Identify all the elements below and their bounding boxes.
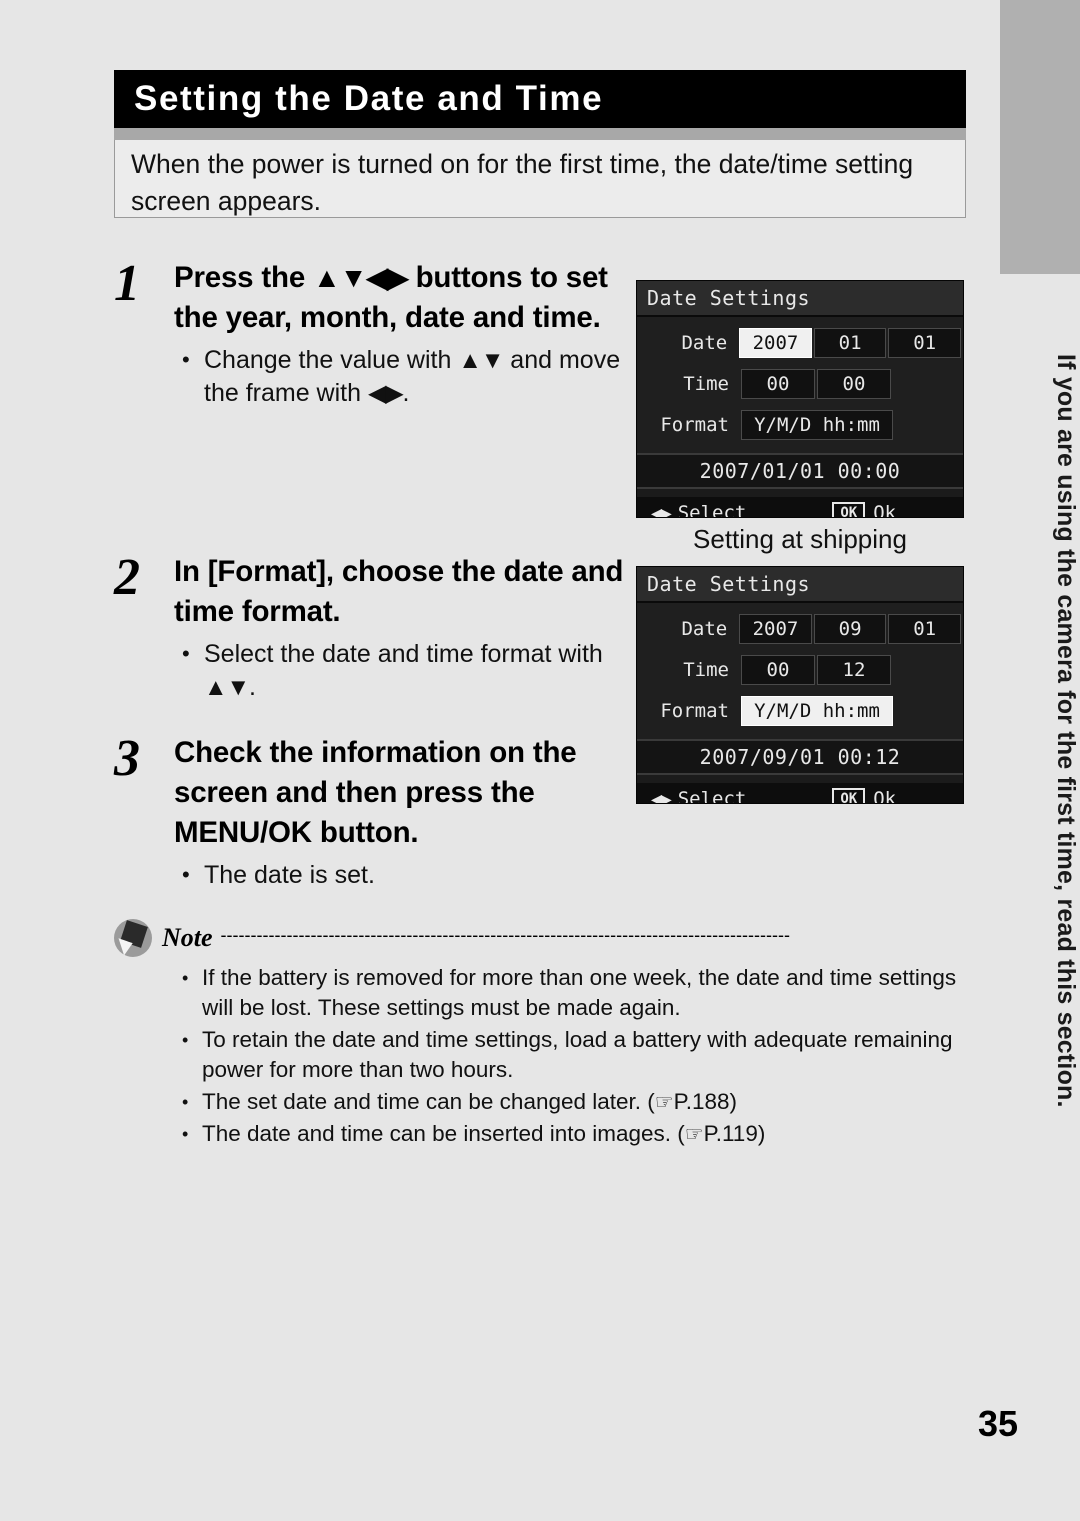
step-2-bullet-1: Select the date and time format with ▲▼.: [174, 637, 639, 704]
step-1-heading: Press the ▲▼◀▶ buttons to set the year, …: [174, 258, 639, 338]
note-block: Note -----------------------------------…: [114, 918, 966, 1151]
footer-select-label: Select: [677, 502, 747, 518]
screen-footer: ◀▶ Select OK Ok: [637, 497, 963, 518]
step-1-bullet-1: Change the value with ▲▼ and move the fr…: [174, 343, 639, 410]
screen-row-date: Date 2007 09 01: [637, 611, 963, 647]
left-right-arrows-icon: ◀▶: [367, 380, 404, 407]
bullet-text-pre: Change the value with: [204, 346, 459, 374]
camera-screen-configured: Date Settings Date 2007 09 01 Time 00 12…: [636, 566, 964, 804]
pointing-finger-icon: ☞: [684, 1122, 704, 1146]
page-reference-link[interactable]: P.119: [704, 1121, 758, 1146]
note-item: The set date and time can be changed lat…: [180, 1087, 966, 1117]
note-item: If the battery is removed for more than …: [180, 963, 966, 1023]
note-label: Note: [162, 923, 213, 952]
intro-text: When the power is turned on for the firs…: [114, 140, 966, 218]
field-minute[interactable]: 00: [817, 369, 891, 399]
up-down-arrows-icon: ▲▼: [204, 674, 250, 701]
field-label-time: Time: [683, 659, 729, 681]
screen-row-time: Time 00 12: [637, 652, 963, 688]
step-1-heading-pre: Press the: [174, 261, 314, 294]
note-item-tail: ): [757, 1121, 766, 1146]
section-tab-label: If you are using the camera for the firs…: [1052, 354, 1080, 1108]
screen-footer: ◀▶ Select OK Ok: [637, 783, 963, 804]
step-3-bullet-1: The date is set.: [174, 858, 639, 892]
screen-fields: Date 2007 09 01 Time 00 12 Format Y/M/D …: [637, 603, 963, 739]
step-2-bullets: Select the date and time format with ▲▼.: [174, 637, 639, 704]
field-month[interactable]: 09: [813, 614, 887, 644]
field-day[interactable]: 01: [888, 614, 961, 644]
ok-button-chip[interactable]: OK: [832, 502, 866, 517]
step-1: 1 Press the ▲▼◀▶ buttons to set the year…: [114, 258, 639, 411]
caption-setting-at-shipping: Setting at shipping: [693, 524, 907, 554]
left-right-arrows-icon: ◀▶: [651, 788, 672, 804]
footer-ok-label: Ok: [873, 502, 897, 518]
screen-row-date: Date 2007 01 01: [637, 325, 963, 361]
field-year[interactable]: 2007: [739, 614, 812, 644]
note-item-text: The date and time can be inserted into i…: [202, 1121, 685, 1146]
screen-preview-value: 2007/01/01 00:00: [637, 453, 963, 489]
field-hour[interactable]: 00: [741, 655, 815, 685]
field-minute[interactable]: 12: [817, 655, 891, 685]
screen-title: Date Settings: [637, 567, 963, 603]
page-number: 35: [977, 1403, 1018, 1444]
camera-screen-initial: Date Settings Date 2007 01 01 Time 00 00…: [636, 280, 964, 518]
field-format[interactable]: Y/M/D hh:mm: [741, 410, 893, 440]
field-label-time: Time: [683, 373, 729, 395]
note-item: The date and time can be inserted into i…: [180, 1119, 966, 1149]
screen-preview-value: 2007/09/01 00:12: [637, 739, 963, 775]
note-items: If the battery is removed for more than …: [180, 963, 966, 1149]
field-month[interactable]: 01: [813, 328, 887, 358]
step-1-number: 1: [114, 255, 140, 312]
screen-row-format: Format Y/M/D hh:mm: [637, 693, 963, 729]
page-reference-link[interactable]: P.188: [674, 1089, 730, 1114]
note-pencil-icon: [114, 919, 152, 957]
screen-fields: Date 2007 01 01 Time 00 00 Format Y/M/D …: [637, 317, 963, 453]
field-hour[interactable]: 00: [741, 369, 815, 399]
note-dash-rule: ----------------------------------------…: [220, 926, 790, 945]
footer-select-label: Select: [677, 788, 747, 804]
dpad-arrows-icon: ▲▼◀▶: [313, 262, 409, 293]
screen-title: Date Settings: [637, 281, 963, 317]
note-item-text: The set date and time can be changed lat…: [202, 1089, 655, 1114]
step-3-number: 3: [114, 730, 140, 787]
field-format[interactable]: Y/M/D hh:mm: [741, 696, 893, 726]
field-label-date: Date: [681, 332, 728, 354]
pointing-finger-icon: ☞: [654, 1090, 674, 1114]
field-day[interactable]: 01: [888, 328, 961, 358]
field-year[interactable]: 2007: [739, 328, 812, 358]
screen-spacer: [637, 775, 963, 783]
step-3: 3 Check the information on the screen an…: [114, 733, 639, 893]
ok-button-chip[interactable]: OK: [832, 788, 866, 803]
screen-row-time: Time 00 00: [637, 366, 963, 402]
step-2-number: 2: [114, 549, 140, 606]
screen-spacer: [637, 489, 963, 497]
bullet-text-post: .: [402, 379, 410, 407]
field-label-date: Date: [681, 618, 728, 640]
section-tab-marker: [1000, 0, 1080, 274]
bullet-text-post: .: [249, 673, 256, 701]
footer-select-hint: ◀▶ Select: [651, 788, 747, 804]
footer-select-hint: ◀▶ Select: [651, 502, 747, 518]
step-2-heading: In [Format], choose the date and time fo…: [174, 555, 624, 628]
bullet-text-pre: Select the date and time format with: [204, 640, 603, 668]
note-item: To retain the date and time settings, lo…: [180, 1025, 966, 1085]
up-down-arrows-icon: ▲▼: [458, 347, 504, 374]
field-label-format: Format: [660, 414, 729, 436]
title-underbar: [114, 128, 966, 140]
step-2: 2 In [Format], choose the date and time …: [114, 552, 639, 705]
step-1-bullets: Change the value with ▲▼ and move the fr…: [174, 343, 639, 410]
step-3-bullets: The date is set.: [174, 858, 639, 892]
note-header: Note -----------------------------------…: [114, 918, 966, 958]
page-title: Setting the Date and Time: [114, 70, 966, 128]
field-label-format: Format: [660, 700, 729, 722]
note-item-tail: ): [729, 1089, 738, 1114]
footer-ok-label: Ok: [873, 788, 897, 804]
screen-row-format: Format Y/M/D hh:mm: [637, 407, 963, 443]
left-right-arrows-icon: ◀▶: [651, 502, 672, 518]
step-3-heading: Check the information on the screen and …: [174, 736, 577, 849]
